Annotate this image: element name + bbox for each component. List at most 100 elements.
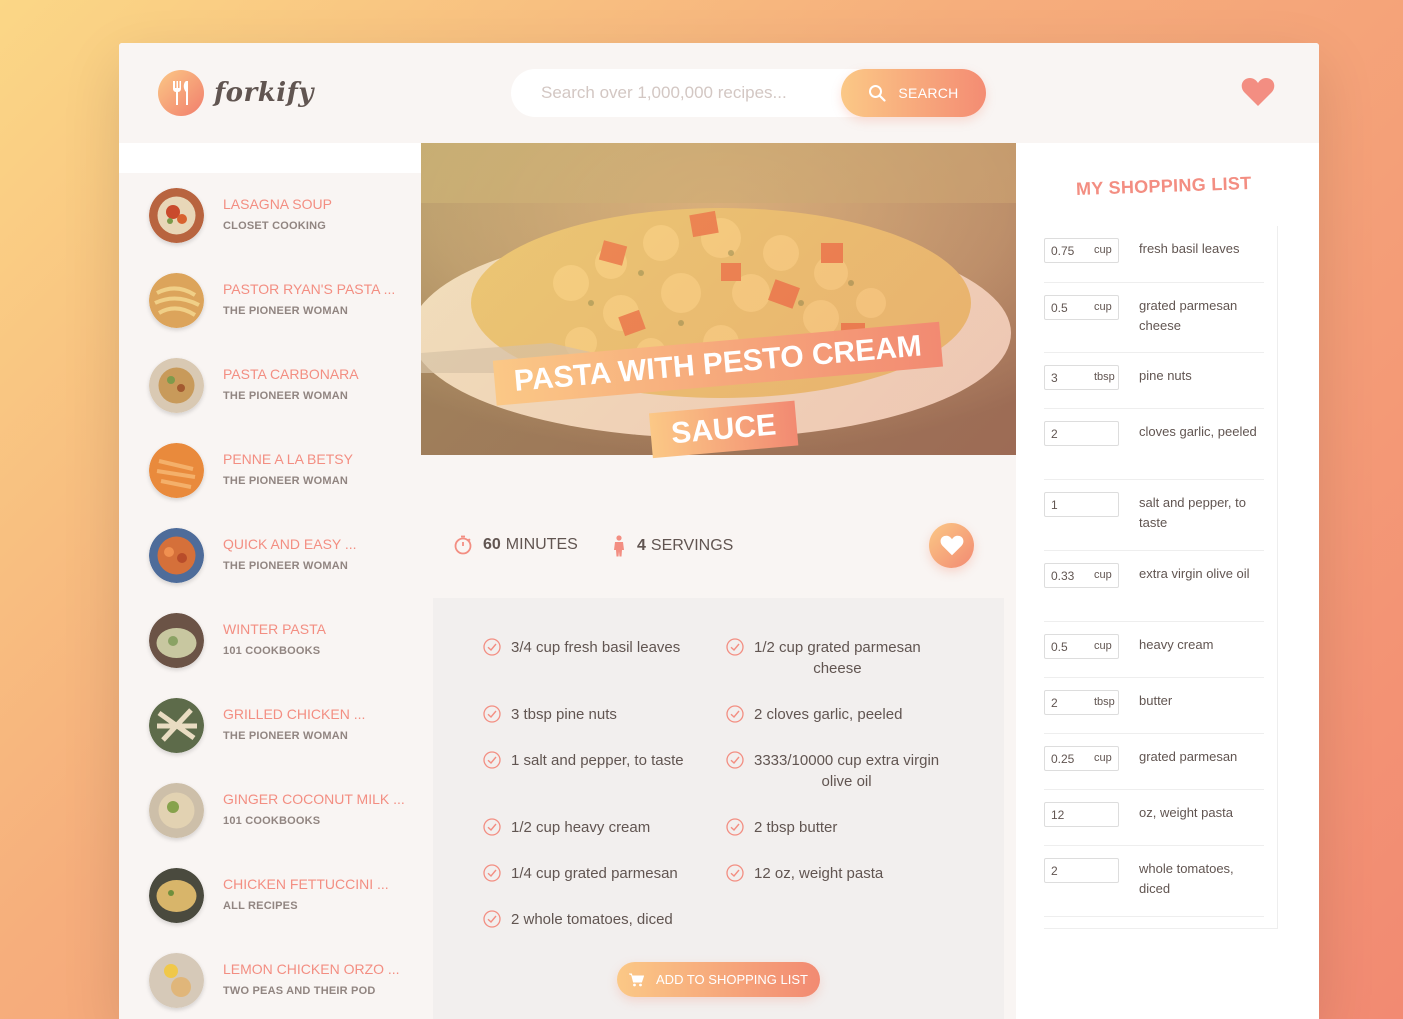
result-title: GRILLED CHICKEN ... bbox=[223, 706, 366, 722]
count-value: 0.25 bbox=[1051, 752, 1075, 766]
ingredient-line1: 3333/10000 cup extra virgin bbox=[754, 752, 940, 769]
check-icon bbox=[726, 751, 744, 769]
servings-label: SERVINGS bbox=[650, 537, 734, 554]
ingredient-text: 2 tbsp butter bbox=[754, 819, 838, 836]
result-item[interactable]: PASTOR RYAN'S PASTA ... THE PIONEER WOMA… bbox=[119, 258, 421, 343]
ingredient-item: 3 tbsp pine nuts bbox=[483, 704, 713, 725]
count-unit: cup bbox=[1094, 752, 1112, 764]
shopping-item-count[interactable]: 0.75 cup bbox=[1044, 238, 1119, 263]
recipe-details: 60 MINUTES 4 SERVINGS bbox=[433, 498, 1004, 598]
count-value: 2 bbox=[1051, 427, 1058, 441]
duration-value: 60 bbox=[483, 536, 501, 553]
shopping-item-count[interactable]: 3 tbsp bbox=[1044, 365, 1119, 390]
count-value: 12 bbox=[1051, 808, 1065, 822]
shopping-item-count[interactable]: 0.25 cup bbox=[1044, 746, 1119, 771]
fork-knife-icon bbox=[158, 70, 204, 116]
ingredient-item: 12 oz, weight pasta bbox=[726, 863, 966, 884]
shopping-item-count[interactable]: 1 bbox=[1044, 492, 1119, 517]
result-author: THE PIONEER WOMAN bbox=[223, 390, 349, 402]
count-unit: tbsp bbox=[1094, 371, 1115, 383]
header: forkify SEARCH bbox=[119, 43, 1319, 143]
add-to-shopping-list-button[interactable]: ADD TO SHOPPING LIST bbox=[617, 962, 820, 997]
count-value: 0.5 bbox=[1051, 301, 1068, 315]
shopping-item: 12 oz, weight pasta bbox=[1044, 790, 1264, 846]
result-title: LEMON CHICKEN ORZO ... bbox=[223, 961, 400, 977]
count-value: 0.75 bbox=[1051, 244, 1075, 258]
result-item[interactable]: CHICKEN FETTUCCINI ... ALL RECIPES bbox=[119, 853, 421, 938]
shopping-item-count[interactable]: 0.5 cup bbox=[1044, 295, 1119, 320]
logo[interactable]: forkify bbox=[158, 70, 314, 116]
result-item[interactable]: LASAGNA SOUP CLOSET COOKING bbox=[119, 173, 421, 258]
result-image bbox=[149, 443, 204, 498]
count-value: 2 bbox=[1051, 864, 1058, 878]
result-item[interactable]: PENNE A LA BETSY THE PIONEER WOMAN bbox=[119, 428, 421, 513]
result-author: 101 COOKBOOKS bbox=[223, 815, 321, 827]
result-image bbox=[149, 783, 204, 838]
shopping-item-count[interactable]: 2 bbox=[1044, 421, 1119, 446]
ingredient-text: 2 whole tomatoes, diced bbox=[511, 911, 673, 928]
result-image bbox=[149, 613, 204, 668]
heart-icon bbox=[940, 535, 963, 556]
shopping-item: 1 salt and pepper, to taste bbox=[1044, 480, 1264, 551]
check-icon bbox=[726, 638, 744, 656]
ingredient-text: 12 oz, weight pasta bbox=[754, 865, 884, 882]
result-title: LASAGNA SOUP bbox=[223, 196, 332, 212]
count-unit: cup bbox=[1094, 301, 1112, 313]
shopping-item-description: butter bbox=[1139, 693, 1173, 708]
check-icon bbox=[483, 638, 501, 656]
shopping-list-title: MY SHOPPING LIST bbox=[1075, 172, 1252, 200]
result-item[interactable]: LEMON CHICKEN ORZO ... TWO PEAS AND THEI… bbox=[119, 938, 421, 1019]
result-image bbox=[149, 358, 204, 413]
stopwatch-icon bbox=[454, 535, 472, 555]
result-title: PASTOR RYAN'S PASTA ... bbox=[223, 281, 396, 297]
shopping-item-description: heavy cream bbox=[1139, 637, 1214, 652]
shopping-list-panel: MY SHOPPING LIST 0.75 cup fresh basil le… bbox=[1016, 143, 1319, 1019]
result-author: THE PIONEER WOMAN bbox=[223, 560, 349, 572]
ingredient-item: 1/4 cup grated parmesan bbox=[483, 863, 713, 884]
search-button-label: SEARCH bbox=[898, 85, 959, 101]
ingredient-text: 3333/10000 cup extra virgin olive oil bbox=[754, 750, 939, 792]
shopping-item-description: fresh basil leaves bbox=[1139, 241, 1240, 256]
result-author: THE PIONEER WOMAN bbox=[223, 475, 349, 487]
recipe-panel: PASTA WITH PESTO CREAM SAUCE 60 MINUTES bbox=[421, 143, 1016, 1019]
results-panel: LASAGNA SOUP CLOSET COOKING PASTOR RYAN'… bbox=[119, 143, 421, 1019]
result-image bbox=[149, 528, 204, 583]
result-item[interactable]: PASTA CARBONARA THE PIONEER WOMAN bbox=[119, 343, 421, 428]
search-input[interactable] bbox=[541, 83, 831, 103]
ingredient-item: 2 cloves garlic, peeled bbox=[726, 704, 966, 725]
result-item[interactable]: QUICK AND EASY ... THE PIONEER WOMAN bbox=[119, 513, 421, 598]
result-image bbox=[149, 953, 204, 1008]
result-author: THE PIONEER WOMAN bbox=[223, 730, 349, 742]
shopping-item: 0.5 cup grated parmesan cheese bbox=[1044, 283, 1264, 353]
shopping-item-count[interactable]: 0.33 cup bbox=[1044, 563, 1119, 588]
search-form: SEARCH bbox=[511, 69, 986, 117]
result-item[interactable]: GRILLED CHICKEN ... THE PIONEER WOMAN bbox=[119, 683, 421, 768]
likes-heart-icon[interactable] bbox=[1241, 77, 1275, 111]
shopping-item-description: pine nuts bbox=[1139, 368, 1192, 383]
ingredient-line1: 1/2 cup grated parmesan bbox=[754, 639, 921, 656]
person-icon bbox=[614, 535, 624, 557]
search-button[interactable]: SEARCH bbox=[841, 69, 986, 117]
shopping-item: 2 tbsp butter bbox=[1044, 678, 1264, 734]
check-icon bbox=[726, 818, 744, 836]
shopping-item: 0.33 cup extra virgin olive oil bbox=[1044, 551, 1264, 622]
result-item[interactable]: WINTER PASTA 101 COOKBOOKS bbox=[119, 598, 421, 683]
shopping-item-count[interactable]: 2 bbox=[1044, 858, 1119, 883]
shopping-item-count[interactable]: 12 bbox=[1044, 802, 1119, 827]
check-icon bbox=[483, 864, 501, 882]
ingredient-list: 3/4 cup fresh basil leaves 3 tbsp pine n… bbox=[433, 598, 1004, 1019]
recipe-servings: 4 SERVINGS bbox=[611, 535, 733, 557]
result-author: THE PIONEER WOMAN bbox=[223, 305, 349, 317]
result-title: CHICKEN FETTUCCINI ... bbox=[223, 876, 389, 892]
shopping-item: 2 whole tomatoes, diced bbox=[1044, 846, 1264, 917]
shopping-item: 0.25 cup grated parmesan bbox=[1044, 734, 1264, 790]
result-image bbox=[149, 188, 204, 243]
result-item[interactable]: GINGER COCONUT MILK ... 101 COOKBOOKS bbox=[119, 768, 421, 853]
check-icon bbox=[483, 705, 501, 723]
shopping-item-count[interactable]: 0.5 cup bbox=[1044, 634, 1119, 659]
check-icon bbox=[726, 705, 744, 723]
count-unit: cup bbox=[1094, 640, 1112, 652]
shopping-item-count[interactable]: 2 tbsp bbox=[1044, 690, 1119, 715]
like-button[interactable] bbox=[929, 523, 974, 568]
check-icon bbox=[483, 910, 501, 928]
